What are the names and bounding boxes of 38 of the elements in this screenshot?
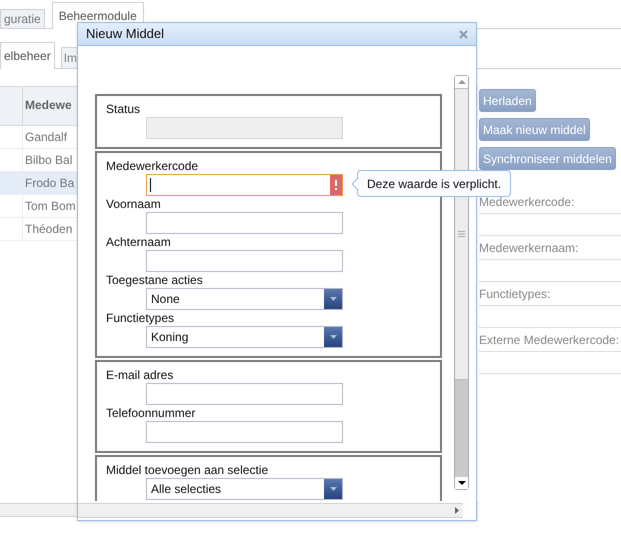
field-label: Voornaam [106, 196, 162, 212]
field-label: Functietypes: [479, 284, 621, 306]
input-field[interactable] [146, 212, 343, 234]
caret-icon [324, 289, 342, 309]
column-header[interactable]: Medewe [23, 87, 72, 125]
input-field[interactable] [146, 174, 343, 196]
field-label: E-mail adres [106, 367, 174, 383]
dropdown[interactable]: None [146, 288, 343, 310]
input-field[interactable] [146, 383, 343, 405]
caret-icon [324, 479, 342, 499]
field-label: Achternaam [106, 234, 172, 250]
error-icon [330, 175, 342, 195]
field-label: Medewerkercode [106, 158, 200, 174]
table-cell-text: Théoden [24, 221, 72, 238]
field-label: Telefoonnummer [106, 405, 196, 421]
close-icon[interactable] [459, 30, 468, 38]
input-field[interactable] [146, 421, 343, 443]
horizontal-scrollbar[interactable] [78, 503, 463, 518]
tab[interactable]: guratie [0, 9, 45, 28]
table-cell-text: Gandalf [24, 129, 68, 146]
field-label: Medewerkernaam: [479, 238, 621, 260]
down-arrow-icon[interactable] [458, 481, 466, 485]
field-label: Middel toevoegen aan selectie [106, 462, 270, 478]
field-label: Functietypes [106, 310, 176, 326]
input-field[interactable] [146, 250, 343, 272]
table-cell-text: Tom Bom [24, 198, 76, 215]
caret-icon [324, 327, 342, 347]
table-cell-text: Frodo Ba [24, 175, 74, 192]
up-arrow-icon[interactable] [458, 80, 466, 84]
table-cell-text: Bilbo Bal [24, 152, 72, 169]
text-cursor [150, 178, 151, 192]
field-label: Externe Medewerkercode: [479, 330, 621, 352]
field-label: Status [106, 101, 142, 117]
dropdown[interactable]: Koning [146, 326, 343, 348]
dropdown[interactable]: Alle selecties [146, 478, 343, 500]
field-label: Toegestane acties [106, 272, 204, 288]
grip-icon[interactable] [458, 231, 465, 237]
tab[interactable]: elbeheer [0, 42, 55, 69]
